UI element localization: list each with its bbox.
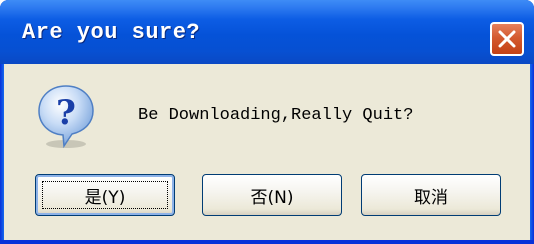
dialog-body: ? Be Downloading,Really Quit? 是(Y) 否(N) …	[4, 64, 530, 240]
dialog-window: Are you sure? ? Be Downloading,Really Qu…	[0, 0, 534, 244]
no-button[interactable]: 否(N)	[202, 174, 342, 216]
window-border-bottom	[0, 240, 534, 244]
focus-rectangle	[42, 181, 168, 209]
dialog-title: Are you sure?	[22, 20, 201, 45]
close-button[interactable]	[490, 22, 524, 56]
cancel-button[interactable]: 取消	[361, 174, 501, 216]
cancel-button-label: 取消	[414, 187, 448, 208]
close-icon	[498, 30, 516, 48]
dialog-message: Be Downloading,Really Quit?	[138, 106, 414, 125]
window-border-right	[530, 64, 534, 244]
no-button-label: 否(N)	[250, 187, 294, 208]
svg-text:?: ?	[56, 93, 76, 133]
yes-button[interactable]: 是(Y)	[35, 174, 175, 216]
question-icon: ?	[38, 85, 94, 149]
title-bar[interactable]: Are you sure?	[0, 0, 534, 64]
